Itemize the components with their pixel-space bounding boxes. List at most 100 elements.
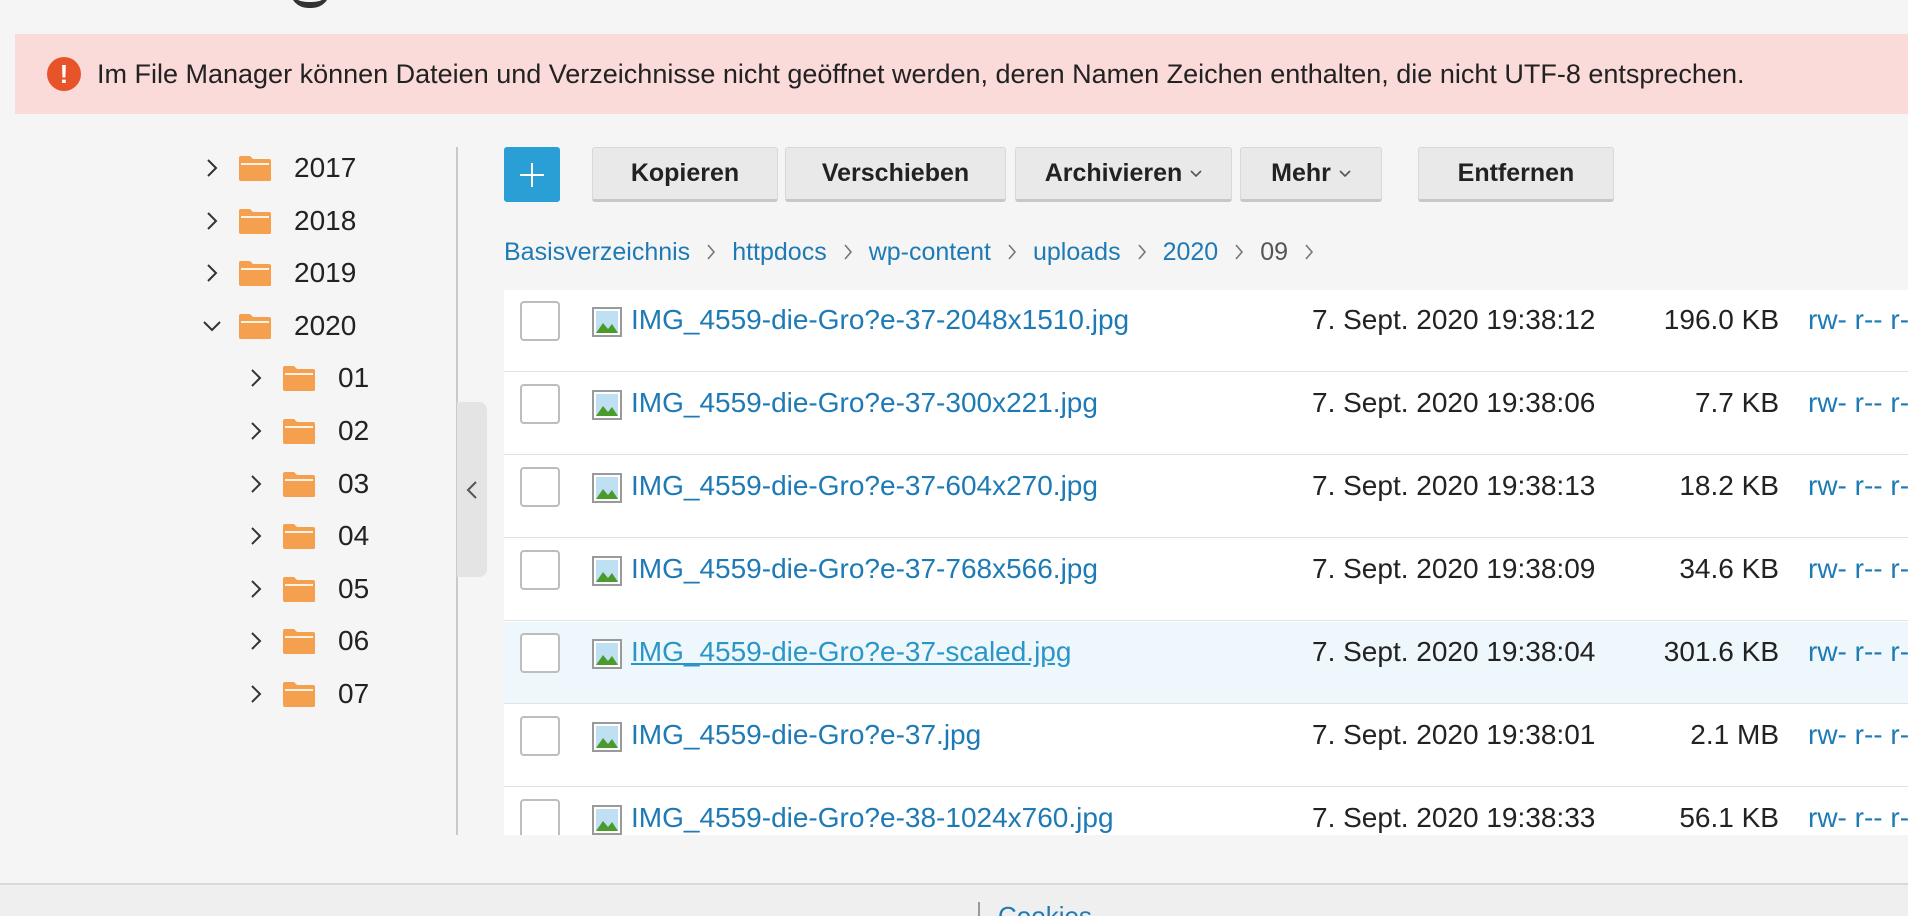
image-file-icon — [592, 473, 622, 503]
file-list: IMG_4559-die-Gro?e-37-2048x1510.jpg 7. Se… — [504, 290, 1908, 835]
copy-button[interactable]: Kopieren — [592, 147, 778, 202]
file-modified-date: 7. Sept. 2020 19:38:12 — [1312, 304, 1596, 335]
tree-item-label: 03 — [338, 467, 370, 499]
chevron-right-icon — [706, 243, 716, 261]
row-checkbox[interactable] — [520, 716, 560, 756]
row-checkbox[interactable] — [520, 550, 560, 590]
tree-item-label: 2020 — [294, 309, 357, 341]
file-name-link[interactable]: IMG_4559-die-Gro?e-37-768x566.jpg — [631, 553, 1098, 585]
chevron-right-icon[interactable] — [200, 261, 224, 285]
tree-item-label: 2017 — [294, 152, 357, 183]
file-permissions-link[interactable]: rw- r-- r-- — [1808, 719, 1908, 751]
more-button-label: Mehr — [1271, 159, 1331, 187]
breadcrumb: Basisverzeichnis httpdocs wp-content upload… — [504, 232, 1330, 272]
chevron-right-icon[interactable] — [244, 577, 268, 601]
file-name-link[interactable]: IMG_4559-die-Gro?e-37-scaled.jpg — [631, 636, 1071, 668]
file-name-link[interactable]: IMG_4559-die-Gro?e-38-1024x760.jpg — [631, 802, 1114, 834]
file-permissions-link[interactable]: rw- r-- r-- — [1808, 802, 1908, 834]
row-checkbox[interactable] — [520, 467, 560, 507]
add-button[interactable] — [504, 147, 560, 202]
image-file-icon — [592, 805, 622, 835]
chevron-right-icon[interactable] — [244, 682, 268, 706]
file-size: 301.6 KB — [1663, 636, 1779, 667]
folder-icon — [282, 470, 316, 498]
breadcrumb-item[interactable]: httpdocs — [732, 238, 827, 267]
tree-item-label: 05 — [338, 572, 370, 604]
file-row[interactable]: IMG_4559-die-Gro?e-37-604x270.jpg 7. Sept… — [504, 456, 1908, 538]
file-name-link[interactable]: IMG_4559-die-Gro?e-37-2048x1510.jpg — [631, 304, 1129, 336]
folder-icon — [282, 575, 316, 603]
folder-icon — [282, 627, 316, 655]
file-modified-date: 7. Sept. 2020 19:38:13 — [1312, 470, 1596, 501]
image-file-icon — [592, 390, 622, 420]
tree-item-label: 07 — [338, 678, 370, 709]
chevron-right-icon[interactable] — [200, 209, 224, 233]
file-row[interactable]: IMG_4559-die-Gro?e-37-2048x1510.jpg 7. Se… — [504, 290, 1908, 372]
remove-button[interactable]: Entfernen — [1418, 147, 1614, 202]
file-modified-date: 7. Sept. 2020 19:38:01 — [1312, 719, 1596, 750]
breadcrumb-item[interactable]: 2020 — [1163, 238, 1219, 267]
alert-message: Im File Manager können Dateien und Verze… — [97, 58, 1745, 89]
file-row[interactable]: IMG_4559-die-Gro?e-38-1024x760.jpg 7. Sep… — [504, 788, 1908, 835]
chevron-down-icon — [1190, 169, 1202, 178]
file-row[interactable]: IMG_4559-die-Gro?e-37-scaled.jpg 7. Sept.… — [504, 622, 1908, 704]
file-name-link[interactable]: IMG_4559-die-Gro?e-37.jpg — [631, 719, 981, 751]
file-permissions-link[interactable]: rw- r-- r-- — [1808, 470, 1908, 502]
file-name-link[interactable]: IMG_4559-die-Gro?e-37-300x221.jpg — [631, 387, 1098, 419]
chevron-right-icon — [1007, 243, 1017, 261]
file-size: 18.2 KB — [1679, 470, 1779, 501]
collapse-tree-button[interactable] — [457, 402, 487, 577]
file-size: 2.1 MB — [1690, 719, 1779, 750]
directory-tree: 2017 2018 2019 2020 01 02 03 04 05 06 07 — [0, 140, 455, 835]
image-file-icon — [592, 556, 622, 586]
file-modified-date: 7. Sept. 2020 19:38:04 — [1312, 636, 1596, 667]
file-row[interactable]: IMG_4559-die-Gro?e-37-768x566.jpg 7. Sept… — [504, 539, 1908, 621]
folder-icon — [238, 207, 272, 235]
image-file-icon — [592, 639, 622, 669]
breadcrumb-item[interactable]: uploads — [1033, 238, 1121, 267]
file-permissions-link[interactable]: rw- r-- r-- — [1808, 387, 1908, 419]
row-checkbox[interactable] — [520, 633, 560, 673]
archive-dropdown-button[interactable]: Archivieren — [1015, 147, 1232, 202]
row-checkbox[interactable] — [520, 799, 560, 835]
move-button[interactable]: Verschieben — [785, 147, 1006, 202]
file-row[interactable]: IMG_4559-die-Gro?e-37.jpg 7. Sept. 2020 1… — [504, 705, 1908, 787]
chevron-right-icon — [1304, 243, 1314, 261]
chevron-right-icon[interactable] — [200, 156, 224, 180]
image-file-icon — [592, 722, 622, 752]
more-dropdown-button[interactable]: Mehr — [1240, 147, 1382, 202]
row-checkbox[interactable] — [520, 301, 560, 341]
folder-icon — [282, 364, 316, 392]
folder-icon — [238, 259, 272, 287]
chevron-right-icon — [843, 243, 853, 261]
row-checkbox[interactable] — [520, 384, 560, 424]
folder-icon — [282, 522, 316, 550]
breadcrumb-item[interactable]: wp-content — [869, 238, 991, 267]
cookies-link[interactable]: Cookies — [998, 898, 1092, 916]
chevron-right-icon[interactable] — [244, 629, 268, 653]
file-size: 7.7 KB — [1694, 387, 1779, 418]
chevron-down-icon[interactable] — [200, 314, 224, 338]
chevron-right-icon[interactable] — [244, 472, 268, 496]
breadcrumb-item[interactable]: Basisverzeichnis — [504, 238, 690, 267]
folder-icon — [282, 417, 316, 445]
tree-item-label: 04 — [338, 520, 370, 552]
file-row[interactable]: IMG_4559-die-Gro?e-37-300x221.jpg 7. Sept… — [504, 373, 1908, 455]
utf8-warning-alert: ! Im File Manager können Dateien und Ver… — [15, 34, 1908, 114]
file-permissions-link[interactable]: rw- r-- r-- — [1808, 553, 1908, 585]
tree-item-label: 06 — [338, 625, 370, 657]
move-button-label: Verschieben — [821, 159, 970, 187]
tree-item-07[interactable]: 07 — [244, 662, 369, 726]
file-permissions-link[interactable]: rw- r-- r-- — [1808, 304, 1908, 336]
page-title-fragment — [290, 0, 330, 8]
chevron-right-icon[interactable] — [244, 524, 268, 548]
file-name-link[interactable]: IMG_4559-die-Gro?e-37-604x270.jpg — [631, 470, 1098, 502]
exclamation-icon: ! — [47, 57, 81, 91]
chevron-right-icon[interactable] — [244, 419, 268, 443]
file-permissions-link[interactable]: rw- r-- r-- — [1808, 636, 1908, 668]
chevron-right-icon — [1234, 243, 1244, 261]
file-modified-date: 7. Sept. 2020 19:38:09 — [1312, 553, 1596, 584]
file-size: 56.1 KB — [1679, 802, 1779, 833]
tree-item-label: 02 — [338, 415, 370, 446]
chevron-right-icon[interactable] — [244, 366, 268, 390]
